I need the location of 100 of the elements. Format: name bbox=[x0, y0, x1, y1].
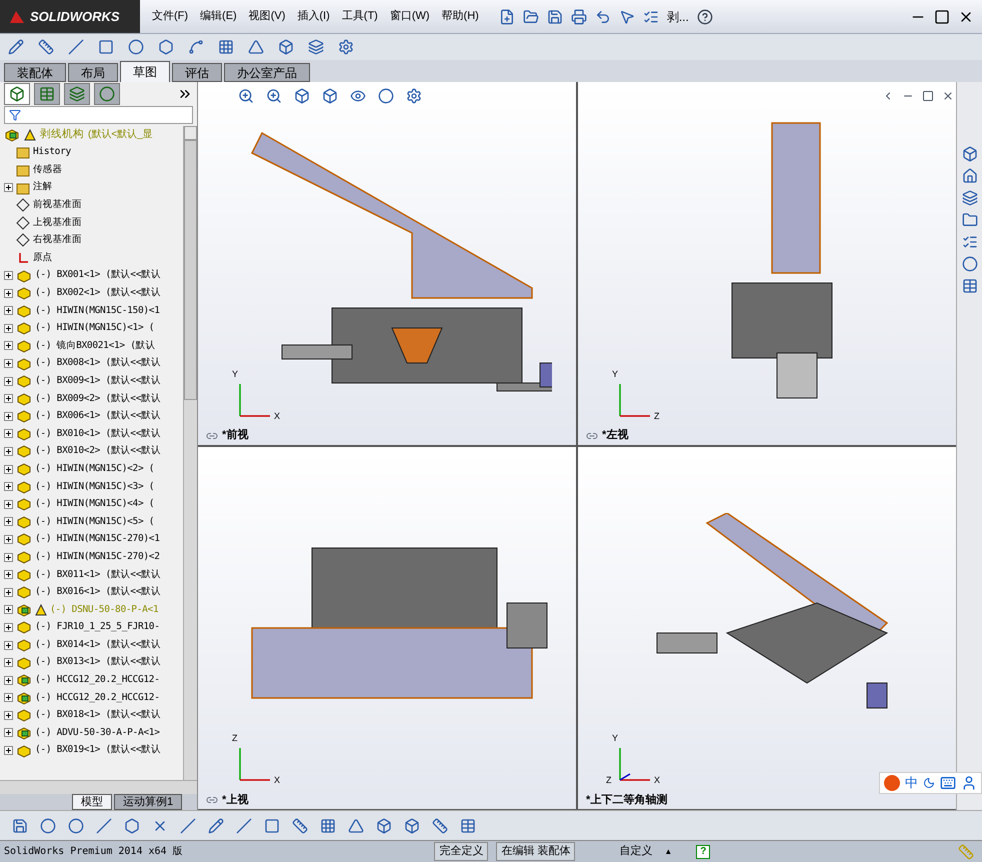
help-icon[interactable] bbox=[696, 8, 713, 24]
expand-box-icon[interactable] bbox=[4, 640, 13, 650]
command-tab[interactable]: 草图 bbox=[120, 61, 170, 82]
expand-box-icon[interactable] bbox=[4, 693, 13, 702]
viewport[interactable]: Y X *前视 bbox=[198, 82, 576, 444]
tree-item-label[interactable]: (-) ADVU-50-30-A-P-A<1> bbox=[35, 726, 160, 740]
box-icon[interactable] bbox=[278, 39, 294, 55]
home-icon[interactable] bbox=[962, 168, 978, 184]
tree-item-label[interactable]: (-) BX009<2> (默认<<默认 bbox=[35, 392, 161, 406]
tree-item-label[interactable]: (-) BX019<1> (默认<<默认 bbox=[35, 743, 161, 758]
expand-box-icon[interactable] bbox=[4, 588, 13, 597]
tree-item-label[interactable]: 传感器 bbox=[33, 162, 62, 178]
polygon-icon[interactable] bbox=[158, 39, 174, 55]
expand-box-icon[interactable] bbox=[4, 482, 13, 492]
zoom-icon[interactable] bbox=[238, 88, 254, 104]
command-tab[interactable]: 装配体 bbox=[4, 63, 66, 82]
expand-box-icon[interactable] bbox=[4, 359, 13, 368]
maximize-icon[interactable] bbox=[934, 8, 950, 24]
save-icon[interactable] bbox=[546, 8, 563, 24]
new-document-icon[interactable] bbox=[498, 8, 515, 24]
circle-icon[interactable] bbox=[68, 818, 84, 834]
menu-item[interactable]: 编辑(E) bbox=[200, 8, 237, 25]
properties-icon[interactable] bbox=[962, 278, 978, 294]
viewport[interactable]: Y Z *左视 bbox=[578, 82, 956, 444]
zoom-area-icon[interactable] bbox=[266, 88, 282, 104]
command-tab[interactable]: 布局 bbox=[68, 63, 118, 82]
grid-icon[interactable] bbox=[320, 818, 336, 834]
expand-box-icon[interactable] bbox=[4, 570, 13, 580]
expand-box-icon[interactable] bbox=[4, 183, 13, 192]
expand-box-icon[interactable] bbox=[4, 552, 13, 562]
expand-box-icon[interactable] bbox=[4, 605, 13, 614]
library-icon[interactable] bbox=[962, 190, 978, 206]
tree-item-label[interactable]: (-) HIWIN(MGN15C)<5> ( bbox=[35, 514, 154, 529]
expand-box-icon[interactable] bbox=[4, 622, 13, 632]
tree-item-label[interactable]: (-) BX006<1> (默认<<默认 bbox=[35, 409, 161, 424]
tree-item-label[interactable]: (-) BX008<1> (默认<<默认 bbox=[35, 356, 161, 371]
model-tab[interactable]: 运动算例1 bbox=[114, 794, 182, 810]
units-caret[interactable]: ▲ bbox=[664, 846, 672, 858]
spline-icon[interactable] bbox=[188, 39, 204, 55]
model-icon[interactable] bbox=[962, 146, 978, 162]
tree-item-label[interactable]: 原点 bbox=[33, 250, 52, 266]
viewport[interactable]: Z X *上视 bbox=[198, 446, 576, 809]
tree-item-label[interactable]: 上视基准面 bbox=[33, 216, 82, 230]
sketch-icon[interactable] bbox=[8, 39, 24, 55]
menu-item[interactable]: 文件(F) bbox=[152, 8, 188, 25]
expand-box-icon[interactable] bbox=[4, 500, 13, 509]
tree-item-label[interactable]: (-) HIWIN(MGN15C)<3> ( bbox=[35, 480, 154, 494]
keyboard-icon[interactable] bbox=[940, 775, 956, 791]
tree-item-label[interactable]: (-) HIWIN(MGN15C)<2> ( bbox=[35, 462, 154, 476]
tree-item-label[interactable]: History bbox=[33, 145, 71, 160]
expand-box-icon[interactable] bbox=[4, 306, 13, 316]
tree-item-label[interactable]: (-) HIWIN(MGN15C-150)<1 bbox=[35, 304, 160, 318]
filter-field[interactable] bbox=[4, 106, 193, 124]
expand-box-icon[interactable] bbox=[4, 341, 13, 350]
tree-item-label[interactable]: (-) BX018<1> (默认<<默认 bbox=[35, 708, 161, 723]
tree-item-label[interactable]: (-) BX013<1> (默认<<默认 bbox=[35, 655, 161, 670]
undo-icon[interactable] bbox=[594, 8, 611, 24]
help-button[interactable]: ? bbox=[696, 844, 710, 858]
polygon-icon[interactable] bbox=[124, 818, 140, 834]
expand-box-icon[interactable] bbox=[4, 534, 13, 544]
tree-item-label[interactable]: (-) BX011<1> (默认<<默认 bbox=[35, 568, 161, 582]
property-tab-icon[interactable] bbox=[34, 83, 60, 105]
sketch-icon[interactable] bbox=[208, 818, 224, 834]
view-orientation-icon[interactable] bbox=[322, 88, 338, 104]
expand-box-icon[interactable] bbox=[4, 429, 13, 438]
line-icon[interactable] bbox=[96, 818, 112, 834]
tree-item-label[interactable]: 右视基准面 bbox=[33, 233, 82, 248]
line-icon[interactable] bbox=[68, 39, 84, 55]
tree-item-label[interactable]: (-) BX010<1> (默认<<默认 bbox=[35, 426, 161, 442]
open-folder-icon[interactable] bbox=[522, 8, 539, 24]
tree-item-label[interactable]: (-) HCCG12_20.2_HCCG12- bbox=[35, 673, 160, 688]
expand-box-icon[interactable] bbox=[4, 676, 13, 685]
feature-tree-tab-icon[interactable] bbox=[4, 83, 30, 105]
user-icon[interactable] bbox=[961, 775, 977, 791]
tree-item-label[interactable]: (-) FJR10_1_25_5_FJR10- bbox=[35, 620, 160, 635]
configuration-tab-icon[interactable] bbox=[64, 83, 90, 105]
tree-item-label[interactable]: (-) BX001<1> (默认<<默认 bbox=[35, 268, 161, 283]
command-tab[interactable]: 办公室产品 bbox=[224, 63, 310, 82]
tree-item-label[interactable]: 前视基准面 bbox=[33, 198, 82, 212]
menu-item[interactable]: 窗口(W) bbox=[390, 8, 430, 25]
tree-item-label[interactable]: (-) HIWIN(MGN15C)<1> ( bbox=[35, 321, 154, 336]
checklist-icon[interactable] bbox=[642, 8, 659, 24]
measure-icon[interactable] bbox=[432, 818, 448, 834]
menu-item[interactable]: 帮助(H) bbox=[442, 8, 479, 25]
tree-item-label[interactable]: (-) 镜向BX0021<1> (默认 bbox=[35, 338, 156, 354]
viewport-close-icon[interactable] bbox=[942, 90, 954, 102]
filter-icon[interactable] bbox=[9, 109, 21, 121]
tree-item-label[interactable]: (-) BX009<1> (默认<<默认 bbox=[35, 374, 161, 388]
list-icon[interactable] bbox=[962, 234, 978, 250]
menu-item[interactable]: 视图(V) bbox=[248, 8, 286, 25]
expand-box-icon[interactable] bbox=[4, 376, 13, 386]
tree-item-label[interactable]: (-) HCCG12_20.2_HCCG12- bbox=[35, 690, 160, 705]
expand-box-icon[interactable] bbox=[4, 728, 13, 738]
model-tab[interactable]: 模型 bbox=[72, 794, 112, 810]
vertical-scrollbar[interactable] bbox=[183, 126, 197, 780]
expand-box-icon[interactable] bbox=[4, 710, 13, 720]
expand-box-icon[interactable] bbox=[4, 446, 13, 456]
pointer-icon[interactable] bbox=[618, 8, 635, 24]
expand-box-icon[interactable] bbox=[4, 288, 13, 298]
expand-box-icon[interactable] bbox=[4, 271, 13, 280]
